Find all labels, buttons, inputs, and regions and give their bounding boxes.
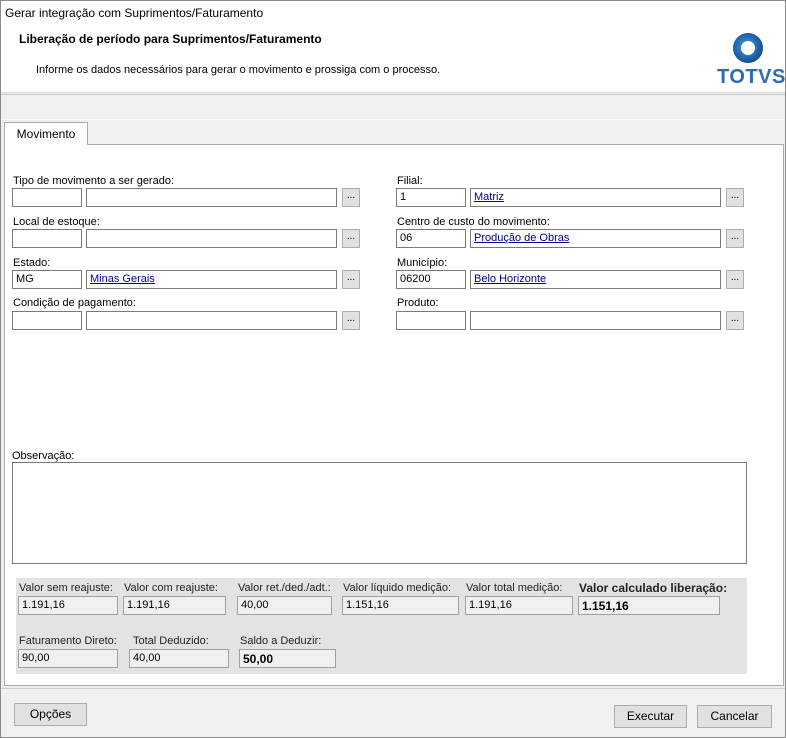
valor-total-medicao-field: 1.191,16 [465,596,573,615]
local-estoque-description[interactable] [86,229,337,248]
filial-lookup-button[interactable]: ... [726,188,744,207]
valor-ret-ded-adt-field: 40,00 [237,596,332,615]
saldo-a-deduzir-label: Saldo a Deduzir: [240,635,322,647]
condicao-pagamento-label: Condição de pagamento: [13,297,136,309]
estado-label: Estado: [13,257,51,269]
faturamento-direto-field: 90,00 [18,649,118,668]
wizard-header: Liberação de período para Suprimentos/Fa… [0,26,786,93]
local-estoque-label: Local de estoque: [13,216,100,228]
observacao-textarea[interactable] [12,462,747,564]
filial-code-input[interactable]: 1 [396,188,466,207]
divider [0,119,786,120]
cancelar-button[interactable]: Cancelar [697,705,772,728]
local-estoque-code-input[interactable] [12,229,82,248]
condicao-pagamento-code-input[interactable] [12,311,82,330]
valor-sem-reajuste-label: Valor sem reajuste: [19,582,113,594]
centro-custo-label: Centro de custo do movimento: [397,216,550,228]
estado-description[interactable]: Minas Gerais [86,270,337,289]
centro-custo-code-input[interactable]: 06 [396,229,466,248]
page-subtitle: Informe os dados necessários para gerar … [36,64,441,76]
centro-custo-description-link[interactable]: Produção de Obras [474,232,569,244]
page-title: Liberação de período para Suprimentos/Fa… [19,32,322,46]
observacao-label: Observação: [12,450,75,462]
summary-panel: Valor sem reajuste: 1.191,16 Valor com r… [16,578,747,674]
saldo-a-deduzir-field: 50,00 [239,649,336,668]
valor-calculado-liberacao-label: Valor calculado liberação: [579,581,728,595]
municipio-description[interactable]: Belo Horizonte [470,270,721,289]
municipio-lookup-button[interactable]: ... [726,270,744,289]
condicao-pagamento-lookup-button[interactable]: ... [342,311,360,330]
local-estoque-lookup-button[interactable]: ... [342,229,360,248]
logo-text: TOTVS [717,66,786,88]
faturamento-direto-label: Faturamento Direto: [19,635,117,647]
centro-custo-lookup-button[interactable]: ... [726,229,744,248]
estado-description-link[interactable]: Minas Gerais [90,273,155,285]
produto-description[interactable] [470,311,721,330]
footer-divider [0,688,786,689]
valor-sem-reajuste-field: 1.191,16 [18,596,118,615]
valor-calculado-liberacao-field: 1.151,16 [578,596,720,615]
valor-liquido-medicao-field: 1.151,16 [342,596,459,615]
totvs-logo: TOTVS [716,32,785,90]
produto-lookup-button[interactable]: ... [726,311,744,330]
filial-description[interactable]: Matriz [470,188,721,207]
total-deduzido-field: 40,00 [129,649,229,668]
estado-lookup-button[interactable]: ... [342,270,360,289]
totvs-logo-icon [733,33,763,63]
produto-code-input[interactable] [396,311,466,330]
produto-label: Produto: [397,297,439,309]
valor-total-medicao-label: Valor total medição: [466,582,563,594]
estado-code-input[interactable]: MG [12,270,82,289]
tipo-movimento-description[interactable] [86,188,337,207]
valor-com-reajuste-label: Valor com reajuste: [124,582,218,594]
filial-label: Filial: [397,175,423,187]
municipio-description-link[interactable]: Belo Horizonte [474,273,546,285]
centro-custo-description[interactable]: Produção de Obras [470,229,721,248]
valor-liquido-medicao-label: Valor líquido medição: [343,582,452,594]
filial-description-link[interactable]: Matriz [474,191,504,203]
tipo-movimento-label: Tipo de movimento a ser gerado: [13,175,175,187]
valor-ret-ded-adt-label: Valor ret./ded./adt.: [238,582,331,594]
executar-button[interactable]: Executar [614,705,687,728]
tab-panel-movimento: Tipo de movimento a ser gerado: ... Loca… [4,144,784,686]
opcoes-button[interactable]: Opções [14,703,87,726]
tipo-movimento-lookup-button[interactable]: ... [342,188,360,207]
tipo-movimento-code-input[interactable] [12,188,82,207]
valor-com-reajuste-field: 1.191,16 [123,596,226,615]
window-title: Gerar integração com Suprimentos/Faturam… [0,0,786,26]
total-deduzido-label: Total Deduzido: [133,635,209,647]
tab-movimento[interactable]: Movimento [4,122,88,145]
divider [0,94,786,95]
municipio-code-input[interactable]: 06200 [396,270,466,289]
municipio-label: Município: [397,257,448,269]
condicao-pagamento-description[interactable] [86,311,337,330]
